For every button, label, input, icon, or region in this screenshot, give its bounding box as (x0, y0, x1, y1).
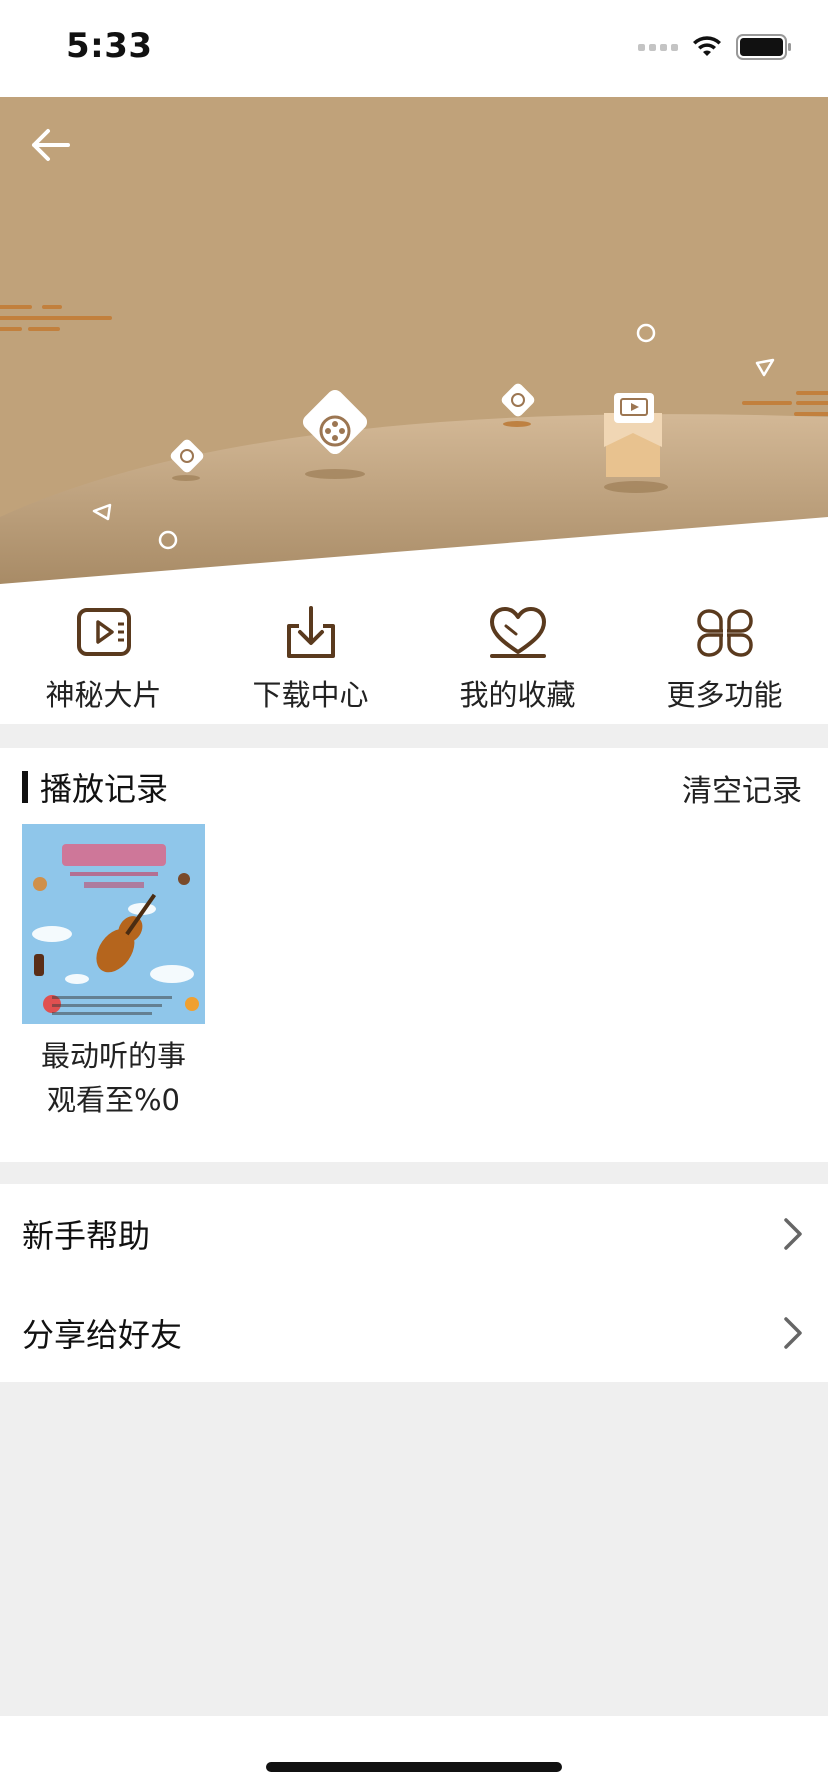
settings-item-label: 新手帮助 (22, 1216, 151, 1255)
wifi-icon (693, 36, 721, 56)
quick-item-label: 更多功能 (666, 678, 783, 712)
settings-item-beginner-help[interactable]: 新手帮助 (0, 1184, 828, 1283)
empty-background (0, 1382, 828, 1716)
settings-item-label: 分享给好友 (22, 1315, 183, 1354)
quick-menu: 神秘大片 下载中心 我的收藏 更多功能 (0, 584, 828, 724)
quick-item-label: 我的收藏 (459, 678, 576, 712)
heart-icon (489, 607, 546, 658)
section-divider (0, 1162, 828, 1184)
settings-item-share-friends[interactable]: 分享给好友 (0, 1283, 828, 1382)
status-icons (638, 34, 792, 60)
banner-illustration (0, 97, 828, 584)
section-divider (0, 724, 828, 748)
header-banner (0, 97, 828, 584)
back-button[interactable] (24, 119, 76, 171)
battery-icon (736, 34, 791, 60)
play-history-section: 播放记录 清空记录 最动听的事 观看至%0 (0, 748, 828, 1162)
quick-item-more-features[interactable]: 更多功能 (621, 584, 828, 724)
download-icon (286, 606, 335, 658)
home-indicator[interactable] (266, 1762, 562, 1772)
quick-item-my-favorites[interactable]: 我的收藏 (414, 584, 621, 724)
history-item-title: 最动听的事 (40, 1039, 186, 1073)
history-item-progress: 观看至%0 (46, 1083, 180, 1117)
play-screen-icon (76, 608, 131, 656)
cellular-signal-icon (638, 43, 678, 51)
clover-icon (696, 609, 753, 657)
chevron-right-icon (784, 1217, 802, 1250)
clear-history-button[interactable]: 清空记录 (682, 766, 802, 810)
quick-item-label: 下载中心 (252, 678, 369, 712)
section-title: 播放记录 (40, 770, 169, 808)
quick-item-download-center[interactable]: 下载中心 (207, 584, 414, 724)
poster-thumbnail (22, 824, 205, 1024)
quick-item-mystery-movies[interactable]: 神秘大片 (0, 584, 207, 724)
history-item[interactable]: 最动听的事 观看至%0 (22, 824, 205, 1122)
status-time: 5:33 (66, 26, 153, 66)
status-bar: 5:33 (0, 0, 828, 97)
quick-item-label: 神秘大片 (45, 678, 162, 712)
settings-list: 新手帮助 分享给好友 (0, 1184, 828, 1382)
section-marker (22, 771, 28, 803)
chevron-right-icon (784, 1316, 802, 1349)
